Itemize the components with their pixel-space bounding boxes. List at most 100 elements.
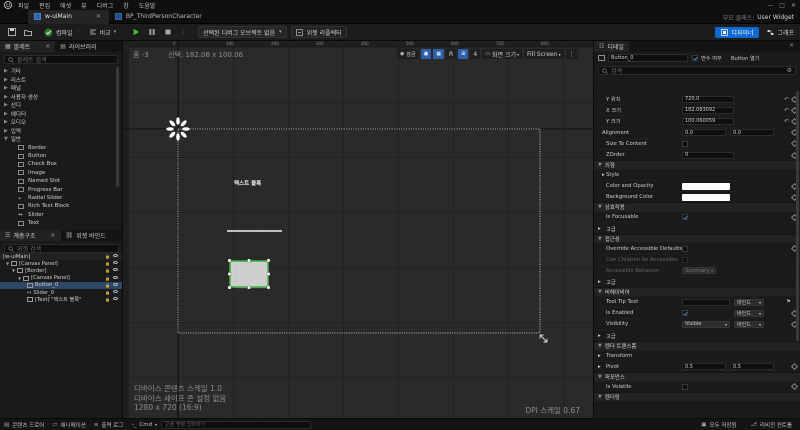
visibility-dropdown[interactable]: Visible ▾ [682,320,730,328]
content-drawer-button[interactable]: ▤ 콘텐츠 드로어 [0,421,48,429]
color-swatch[interactable] [682,182,730,190]
collapse-arrow-icon[interactable]: ▼ [6,261,9,266]
palette-item-button[interactable]: Button [0,152,122,160]
cmd-dropdown[interactable]: ›_ Cmd ▾ [127,422,161,428]
play-options-button[interactable]: ⋮ [176,26,190,39]
visibility-eye-icon[interactable] [113,297,118,301]
prop-row-transform[interactable]: ▸ Transform [594,349,800,361]
reset-arrow-icon[interactable]: ↶ [784,107,789,114]
flag-icon[interactable]: ⚑ [786,299,791,305]
parent-class-value[interactable]: User Widget [757,14,794,21]
palette-category[interactable]: ▶ 패널 [0,84,122,93]
palette-item-named-slot[interactable]: Named Slot [0,177,122,185]
menu-help[interactable]: 도움말 [139,1,156,10]
tab-close-icon[interactable]: ✕ [50,232,55,239]
section-performance[interactable]: ▼ 퍼포먼스 [594,371,800,381]
tab-widget-binding[interactable]: ⛓ 위젯 바인드 [61,230,111,241]
designer-mode-button[interactable]: 디자이너 [715,27,760,38]
save-all-status[interactable]: ▣ 모두 저장됨 [697,421,740,429]
visibility-bind-dropdown[interactable]: 바인드 ▾ [734,320,764,328]
lock-icon[interactable]: 🔒 [105,276,110,281]
anchor-icon[interactable] [165,116,191,142]
viewport-options-button[interactable]: ⋮ [565,49,578,59]
prop-row-advanced2[interactable]: ▸ 고급 [594,276,800,287]
snap-toggle-button[interactable]: ▦ [433,49,445,59]
fill-screen-dropdown[interactable]: Fill Screen ▾ [524,49,564,59]
hierarchy-row-selected[interactable]: Button_0 🔒 [0,281,122,289]
prop-row-advanced3[interactable]: ▸ 고급 [594,329,800,341]
lock-icon[interactable]: 🔒 [105,254,110,259]
zorder-input[interactable]: 0 [682,151,734,159]
menu-window[interactable]: 창 [123,1,129,10]
palette-item-slider[interactable]: ↔ Slider [0,211,122,219]
palette-category[interactable]: ▶ 에디터 [0,110,122,119]
tab-palette[interactable]: ▦ 팔레트 ✕ [0,41,56,52]
snap-value-button[interactable]: 4 [470,49,481,59]
palette-item-rich-text-block[interactable]: Rich Text Block [0,202,122,210]
section-rendering[interactable]: ▼ 렌더링 [594,391,800,401]
compile-button[interactable]: 컴파일 ⋮ [40,26,85,39]
size-to-content-checkbox[interactable] [682,140,688,147]
tab-bp-thirdpersoncharacter[interactable]: BP_ThirdPersonCharacter [109,10,210,24]
lock-icon[interactable]: 🔒 [105,297,110,302]
menu-debug[interactable]: 디버그 [97,1,114,10]
tab-hierarchy[interactable]: ☰ 계층구조 ✕ [0,230,61,241]
collapse-arrow-icon[interactable]: ▼ [12,268,15,273]
respect-locks-button[interactable]: ◉ 잠금 [397,49,419,59]
console-command-input[interactable]: 콘솔 명령 입력하기 [161,420,312,429]
collapse-arrow-icon[interactable]: ▼ [18,276,21,281]
visibility-eye-icon[interactable] [113,282,118,286]
palette-category[interactable]: ▶ 리스트 [0,76,122,85]
palette-category[interactable]: ▶ 입력 [0,127,122,136]
widget-name-input[interactable]: Button_0 [608,54,688,62]
pivot-y-input[interactable]: 0.5 [730,363,774,371]
is-enabled-bind-dropdown[interactable]: 바인드 ▾ [734,309,764,317]
diff-button[interactable]: 비교 ▾ [85,26,121,39]
hierarchy-row[interactable]: ▼ [Border] 🔒 [0,267,122,274]
palette-item-radial-slider[interactable]: • Radial Slider [0,194,122,202]
tooltip-input[interactable] [682,298,730,306]
visibility-eye-icon[interactable] [113,275,118,279]
override-accessible-checkbox[interactable] [682,245,688,252]
background-color-swatch[interactable] [682,193,730,201]
palette-item-text[interactable]: Text [0,219,122,227]
alignment-y-input[interactable]: 0.0 [730,129,774,137]
section-accessibility[interactable]: ▼ 접근성 [594,233,800,243]
hierarchy-row[interactable]: [w-uiMain] 🔒 [0,253,122,261]
tab-library[interactable]: ▤ 라이브러리 [55,41,101,52]
output-log-button[interactable]: ≡ 출력 로그 [90,421,128,429]
browse-button[interactable] [20,26,36,39]
palette-item-progress-bar[interactable]: Progress Bar [0,185,122,193]
save-button[interactable] [4,26,20,39]
hierarchy-row[interactable]: ▼ [Canvas Panel] 🔒 [0,260,122,267]
text-block-widget[interactable]: 텍스트 블록 [234,179,261,187]
reset-arrow-icon[interactable]: ↶ [784,96,789,103]
hierarchy-row[interactable]: ▼ [Canvas Panel] 🔒 [0,275,122,282]
y-position-input[interactable]: 720.0 [682,95,734,103]
tab-w-uimain[interactable]: w-uiMain ✕ [28,9,109,24]
keyframe-diamond-icon[interactable] [790,383,799,391]
pause-button[interactable] [144,26,160,39]
widget-reflector-button[interactable]: 위젯 리플렉터 [290,26,347,38]
y-size-input[interactable]: 100.060059 [682,117,734,125]
settings-gear-icon[interactable]: ⚙ [787,67,792,74]
alignment-x-input[interactable]: 0.0 [682,129,726,137]
animation-button[interactable]: ▭ 애니메이션 [48,421,90,429]
palette-category-common[interactable]: ▼ 일반 [0,135,122,144]
designer-viewport[interactable]: 0 100 200 300 400 500 600 700 800 텍스트 블록… [123,41,593,418]
is-enabled-checkbox[interactable] [682,310,688,317]
menu-view[interactable]: 뷰 [81,1,87,10]
palette-category[interactable]: ▶ 기타 [0,67,122,76]
x-size-input[interactable]: 182.083092 [682,106,734,114]
visibility-eye-icon[interactable] [113,290,118,294]
menu-asset[interactable]: 애셋 [60,1,71,10]
close-icon[interactable]: ✕ [789,42,794,49]
minimize-button[interactable]: — [767,2,773,9]
play-button[interactable] [128,26,144,39]
palette-scrollbar[interactable] [116,67,119,187]
reset-arrow-icon[interactable]: ↶ [784,118,789,125]
prop-row-style[interactable]: ▸ Style [594,168,800,180]
compile-dropdown-icon[interactable]: ⋮ [76,29,81,35]
lock-icon[interactable]: 🔒 [105,283,110,288]
palette-item-image[interactable]: Image [0,169,122,177]
